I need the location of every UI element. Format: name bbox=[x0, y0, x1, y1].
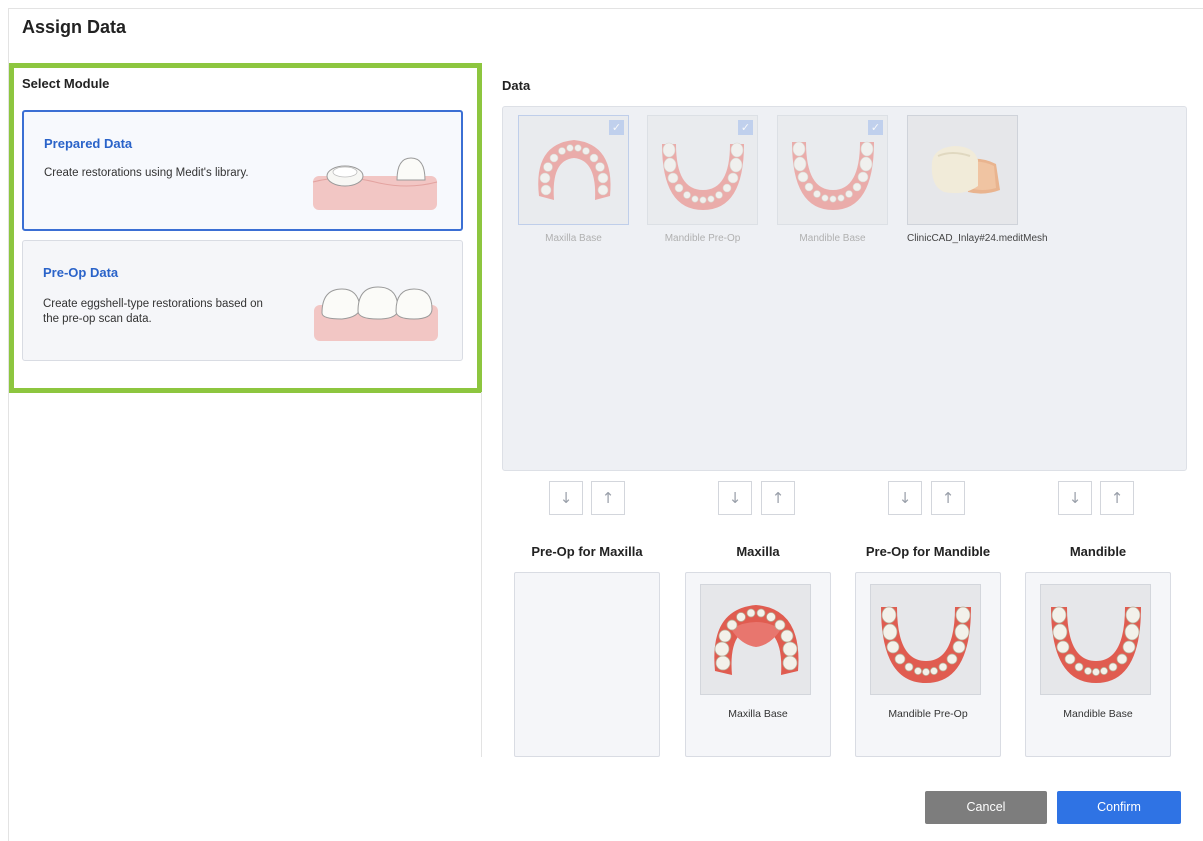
arrow-up-icon[interactable]: ↑ bbox=[761, 481, 795, 515]
data-item-inlay-mesh[interactable]: ClinicCAD_Inlay#24.meditMesh bbox=[907, 115, 1048, 245]
inlay-mesh-thumbnail bbox=[907, 115, 1018, 225]
slot-label: Mandible Pre-Op bbox=[888, 708, 968, 720]
maxilla-scan-thumbnail bbox=[700, 584, 811, 695]
arrow-down-icon[interactable]: ↓ bbox=[1058, 481, 1092, 515]
inlay-3d-icon bbox=[931, 146, 1000, 194]
prepared-data-title: Prepared Data bbox=[44, 136, 133, 151]
slot-mandible[interactable]: Mandible Base bbox=[1025, 572, 1171, 757]
checkbox-checked-icon[interactable]: ✓ bbox=[609, 120, 624, 135]
slot-pre-op-mandible[interactable]: Mandible Pre-Op bbox=[855, 572, 1001, 757]
pre-op-data-card[interactable]: Pre-Op Data Create eggshell-type restora… bbox=[22, 240, 463, 361]
data-item-label: Maxilla Base bbox=[545, 233, 602, 244]
data-item-label: Mandible Pre-Op bbox=[664, 233, 741, 244]
select-module-heading: Select Module bbox=[22, 76, 110, 91]
data-item-mandible-pre-op[interactable]: ✓ Mandible Pre-Op bbox=[647, 115, 758, 245]
arrow-up-icon[interactable]: ↑ bbox=[931, 481, 965, 515]
panel-divider bbox=[481, 392, 482, 757]
data-item-maxilla-base[interactable]: ✓ Maxilla Base bbox=[518, 115, 629, 245]
preop-teeth-illustration bbox=[314, 286, 438, 341]
slot-title-pre-op-maxilla: Pre-Op for Maxilla bbox=[531, 544, 643, 559]
checkbox-checked-icon[interactable]: ✓ bbox=[738, 120, 753, 135]
slot-title-maxilla: Maxilla bbox=[736, 544, 780, 559]
cancel-button[interactable]: Cancel bbox=[925, 791, 1047, 824]
prepared-data-card[interactable]: Prepared Data Create restorations using … bbox=[22, 110, 463, 231]
arrow-down-icon[interactable]: ↓ bbox=[718, 481, 752, 515]
confirm-button[interactable]: Confirm bbox=[1057, 791, 1181, 824]
data-list-panel: ✓ Maxilla Base ✓ Mandible Pre-Op ✓ Mandi… bbox=[502, 106, 1187, 471]
prepared-teeth-illustration bbox=[312, 157, 438, 210]
slot-label: Maxilla Base bbox=[728, 708, 788, 720]
maxilla-arch-icon bbox=[714, 605, 799, 675]
mandible-arch-icon bbox=[881, 606, 971, 683]
slot-title-pre-op-mandible: Pre-Op for Mandible bbox=[865, 544, 991, 559]
data-item-label: ClinicCAD_Inlay#24.meditMesh bbox=[907, 233, 1048, 244]
slot-title-mandible: Mandible bbox=[1069, 544, 1127, 559]
pre-op-data-title: Pre-Op Data bbox=[43, 265, 119, 280]
mandible-base-scan-thumbnail: ✓ bbox=[777, 115, 888, 225]
mandible-arch-icon bbox=[1051, 606, 1141, 683]
slot-pre-op-maxilla[interactable] bbox=[514, 572, 660, 757]
arrow-down-icon[interactable]: ↓ bbox=[549, 481, 583, 515]
prepared-data-description: Create restorations using Medit's librar… bbox=[44, 167, 249, 179]
mandible-base-scan-thumbnail bbox=[1040, 584, 1151, 695]
arrow-down-icon[interactable]: ↓ bbox=[888, 481, 922, 515]
slot-label: Mandible Base bbox=[1063, 708, 1133, 720]
dialog-title: Assign Data bbox=[22, 17, 127, 37]
mandible-preop-scan-thumbnail: ✓ bbox=[647, 115, 758, 225]
data-item-label: Mandible Base bbox=[799, 233, 866, 244]
maxilla-scan-thumbnail: ✓ bbox=[518, 115, 629, 225]
arrow-up-icon[interactable]: ↑ bbox=[591, 481, 625, 515]
data-item-mandible-base[interactable]: ✓ Mandible Base bbox=[777, 115, 888, 245]
data-heading: Data bbox=[502, 78, 531, 93]
arrow-up-icon[interactable]: ↑ bbox=[1100, 481, 1134, 515]
checkbox-checked-icon[interactable]: ✓ bbox=[868, 120, 883, 135]
pre-op-data-description: Create eggshell-type restorations based … bbox=[43, 298, 263, 325]
mandible-preop-scan-thumbnail bbox=[870, 584, 981, 695]
slot-maxilla[interactable]: Maxilla Base bbox=[685, 572, 831, 757]
